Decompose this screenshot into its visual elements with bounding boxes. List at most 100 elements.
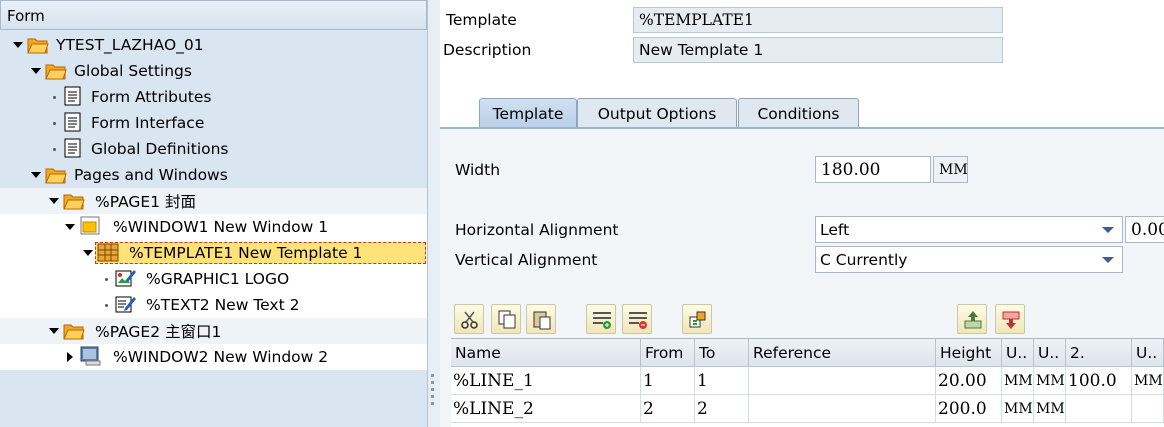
tree-node-label: %TEXT2 New Text 2	[146, 296, 300, 314]
tree-node-label: %WINDOW1 New Window 1	[113, 218, 329, 236]
table-cell[interactable]: MM	[1002, 367, 1034, 395]
expand-toggle-icon[interactable]	[64, 221, 76, 233]
detail-button[interactable]	[682, 304, 712, 334]
splitter-grip-icon	[431, 395, 434, 398]
copy-button[interactable]	[491, 304, 521, 334]
expand-toggle-icon[interactable]	[48, 325, 60, 337]
splitter-grip-icon	[431, 402, 434, 405]
column-header-second[interactable]: 2.	[1066, 339, 1132, 367]
tree-node-page2[interactable]: %PAGE2 主窗口1	[0, 318, 427, 344]
table-cell[interactable]	[1066, 395, 1132, 423]
move-down-button[interactable]	[995, 304, 1025, 334]
document-icon	[64, 138, 81, 158]
graphic-icon	[115, 270, 136, 287]
template-name-field[interactable]: %TEMPLATE1	[633, 7, 1003, 33]
delete-row-icon	[629, 312, 647, 329]
column-header-name[interactable]: Name	[451, 339, 641, 367]
tree-node-window2[interactable]: %WINDOW2 New Window 2	[0, 344, 427, 370]
table-cell[interactable]: %LINE_1	[451, 367, 641, 395]
paste-icon	[533, 311, 551, 330]
tab-template[interactable]: Template	[479, 98, 577, 128]
column-header-height[interactable]: Height	[936, 339, 1002, 367]
table-cell[interactable]	[749, 395, 936, 423]
table-cell[interactable]: MM	[1034, 367, 1066, 395]
dropdown-arrow-icon[interactable]	[1102, 257, 1114, 263]
cut-button[interactable]	[454, 304, 484, 334]
table-cell[interactable]: MM	[1132, 367, 1164, 395]
column-header-from[interactable]: From	[641, 339, 695, 367]
description-label: Description	[443, 41, 532, 59]
dropdown-arrow-icon[interactable]	[1102, 227, 1114, 233]
tree-node-label: %PAGE1 封面	[95, 193, 197, 211]
table-cell[interactable]: %LINE_2	[451, 395, 641, 423]
vertical-alignment-dropdown[interactable]: C Currently	[815, 246, 1123, 273]
leaf-bullet-icon	[48, 117, 60, 129]
tree-node-window1[interactable]: %WINDOW1 New Window 1	[0, 214, 427, 240]
tree-node-form[interactable]: YTEST_LAZHAO_01	[0, 32, 427, 58]
tree-node-form-attributes[interactable]: Form Attributes	[0, 84, 427, 110]
tree-node-label: Form Interface	[91, 114, 205, 132]
template-label: Template	[446, 11, 517, 29]
table-cell[interactable]: 20.00	[936, 367, 1002, 395]
table-cell[interactable]: 2	[695, 395, 749, 423]
tree-node-label: Pages and Windows	[74, 166, 228, 184]
expand-toggle-icon[interactable]	[30, 65, 42, 77]
tree-node-global-settings[interactable]: Global Settings	[0, 58, 427, 84]
delete-row-button[interactable]	[622, 304, 652, 334]
folder-open-icon	[45, 64, 67, 80]
column-header-unit2[interactable]: U..	[1034, 339, 1066, 367]
tab-conditions[interactable]: Conditions	[738, 98, 859, 128]
expand-toggle-icon[interactable]	[12, 39, 24, 51]
tree-node-form-interface[interactable]: Form Interface	[0, 110, 427, 136]
horizontal-alignment-dropdown[interactable]: Left	[815, 216, 1123, 243]
column-header-unit1[interactable]: U..	[1002, 339, 1034, 367]
horizontal-offset-input[interactable]: 0.00	[1125, 216, 1164, 243]
table-cell[interactable]: 1	[695, 367, 749, 395]
width-unit-field[interactable]: MM	[933, 156, 968, 183]
column-header-to[interactable]: To	[695, 339, 749, 367]
document-icon	[64, 112, 81, 132]
tab-output-options[interactable]: Output Options	[577, 98, 737, 128]
line-definition-table: Name From To Reference Height U.. U.. 2.…	[451, 338, 1164, 427]
tree-node-global-definitions[interactable]: Global Definitions	[0, 136, 427, 162]
tree-node-template1[interactable]: %TEMPLATE1 New Template 1	[0, 240, 427, 266]
panel-splitter[interactable]	[427, 0, 440, 427]
tree-node-text2[interactable]: %TEXT2 New Text 2	[0, 292, 427, 318]
tree-node-label: %PAGE2 主窗口1	[95, 323, 222, 341]
table-cell[interactable]: 100.0	[1066, 367, 1132, 395]
move-up-button[interactable]	[957, 304, 987, 334]
width-input[interactable]: 180.00	[815, 156, 931, 183]
table-cell[interactable]: 2	[641, 395, 695, 423]
move-up-icon	[964, 311, 982, 329]
form-tree-panel: Form YTEST_LAZHAO_01 Global Settings For…	[0, 0, 427, 427]
column-header-reference[interactable]: Reference	[749, 339, 936, 367]
width-label: Width	[455, 161, 501, 179]
table-template-icon	[97, 243, 119, 262]
expand-toggle-icon[interactable]	[48, 195, 60, 207]
collapse-toggle-icon[interactable]	[64, 351, 76, 363]
paste-button[interactable]	[526, 304, 556, 334]
folder-open-icon	[63, 194, 85, 210]
tree-node-label: Form Attributes	[91, 88, 212, 106]
vertical-alignment-label: Vertical Alignment	[455, 251, 598, 269]
description-field[interactable]: New Template 1	[633, 37, 1003, 63]
tree-header: Form	[0, 0, 427, 30]
tree-node-pages-windows[interactable]: Pages and Windows	[0, 162, 427, 188]
table-cell[interactable]	[1132, 395, 1164, 423]
table-cell[interactable]: MM	[1002, 395, 1034, 423]
tree-node-label: %TEMPLATE1 New Template 1	[129, 244, 363, 262]
expand-toggle-icon[interactable]	[82, 247, 94, 259]
insert-row-button[interactable]	[586, 304, 616, 334]
table-cell[interactable]	[749, 367, 936, 395]
horizontal-alignment-label: Horizontal Alignment	[455, 221, 619, 239]
move-down-icon	[1002, 311, 1020, 329]
table-cell[interactable]: 200.0	[936, 395, 1002, 423]
expand-toggle-icon[interactable]	[30, 169, 42, 181]
window-icon	[80, 216, 100, 235]
leaf-bullet-icon	[100, 273, 112, 285]
tree-node-graphic1[interactable]: %GRAPHIC1 LOGO	[0, 266, 427, 292]
column-header-unit3[interactable]: U..	[1132, 339, 1164, 367]
table-cell[interactable]: MM	[1034, 395, 1066, 423]
table-cell[interactable]: 1	[641, 367, 695, 395]
tree-node-page1[interactable]: %PAGE1 封面	[0, 188, 427, 214]
